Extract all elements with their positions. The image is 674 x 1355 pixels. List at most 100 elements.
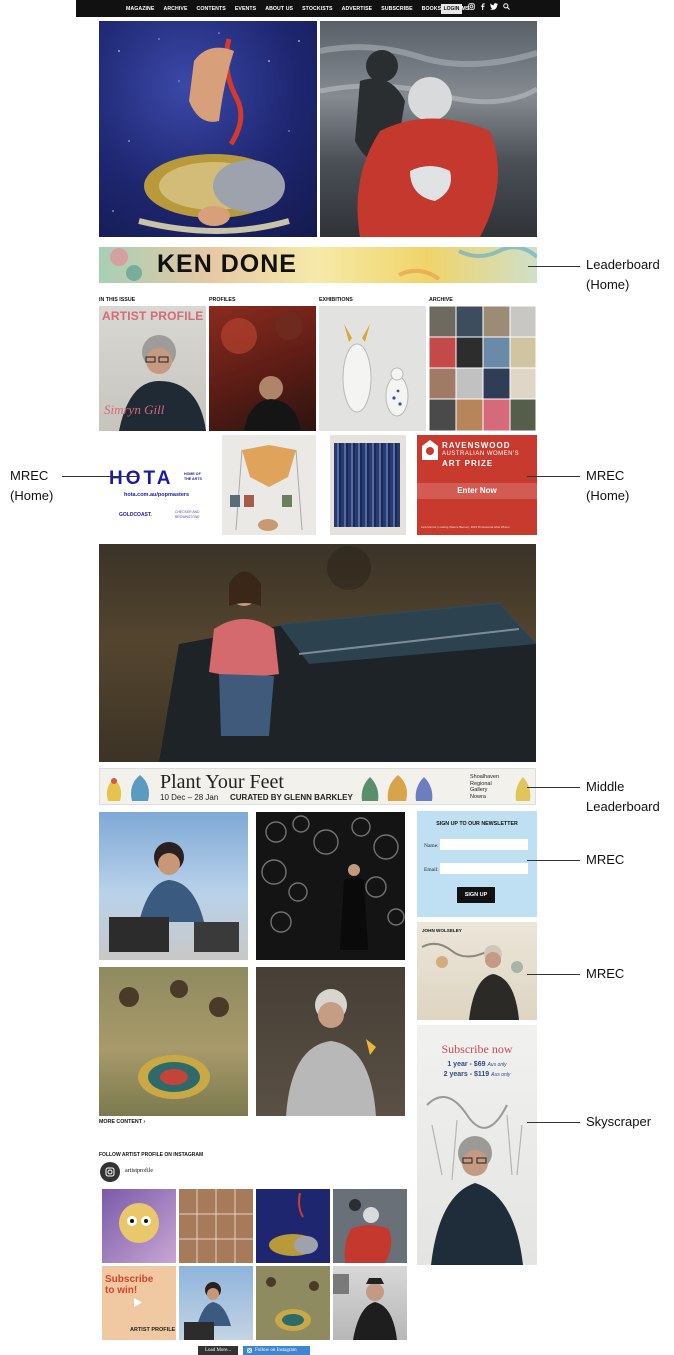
profiles-tile[interactable] [209, 306, 316, 431]
skyscraper-ad[interactable]: Subscribe now 1 year - $69 Aus only 2 ye… [417, 1025, 537, 1265]
magazine-cover-tile[interactable]: ARTIST PROFILE Simryn Gill [99, 306, 206, 431]
newsletter-signup-button[interactable]: SIGN UP [457, 887, 495, 903]
newsletter-email-input[interactable] [440, 863, 528, 874]
nav-item-magazine[interactable]: MAGAZINE [126, 6, 154, 12]
annotation-mrec-right-line-1: MREC [586, 468, 625, 483]
social-icons [468, 3, 510, 10]
section-label-archive[interactable]: ARCHIVE [429, 297, 453, 303]
instagram-post-2[interactable] [179, 1189, 253, 1263]
nav-item-advertise[interactable]: ADVERTISE [342, 6, 373, 12]
more-content-link[interactable]: MORE CONTENT › [99, 1119, 145, 1125]
play-icon [134, 1298, 142, 1307]
hota-sponsor-left: GOLDCOAST. [119, 512, 152, 518]
instagram-icon[interactable] [468, 3, 475, 10]
instagram-avatar[interactable] [100, 1162, 120, 1182]
annotation-leaderboard-line-1: Leaderboard [586, 257, 660, 272]
mrec-right-pointer-line [527, 476, 580, 477]
nav-item-about-us[interactable]: ABOUT US [265, 6, 293, 12]
instagram-post-3[interactable] [256, 1189, 330, 1263]
section-label-exhibitions[interactable]: EXHIBITIONS [319, 297, 353, 303]
facebook-icon[interactable] [480, 3, 485, 10]
annotation-mrec-left-line-2: (Home) [10, 488, 54, 503]
annotation-mrec-left-line-1: MREC [10, 468, 49, 483]
newsletter-name-input[interactable] [440, 839, 528, 850]
middle-leaderboard-banner[interactable]: Plant Your Feet 10 Dec – 28 Jan CURATED … [99, 768, 536, 805]
middle-banner-title: Plant Your Feet [160, 771, 284, 793]
ravenswood-mrec-ad[interactable]: RAVENSWOOD AUSTRALIAN WOMEN'S ART PRIZE … [417, 435, 537, 535]
hota-mrec-ad[interactable]: HOTA HOME OF THE ARTS hota.com.au/popmas… [99, 435, 207, 535]
exhibitions-tile[interactable] [319, 306, 426, 431]
hero-image-right[interactable] [320, 21, 537, 237]
mrec-left-pointer-line [62, 476, 137, 477]
instagram-post-4[interactable] [333, 1189, 407, 1263]
annotation-mrec-wolseley: MREC [586, 966, 625, 981]
ravenswood-cta-button[interactable]: Enter Now [417, 483, 537, 499]
exhibition-tile-textile[interactable] [330, 435, 406, 535]
annotation-leaderboard-line-2: (Home) [586, 277, 630, 292]
venue-line-1: Shoalhaven [470, 774, 500, 780]
nav-item-stockists[interactable]: STOCKISTS [302, 6, 333, 12]
instagram-post-6[interactable] [179, 1266, 253, 1340]
article-tile-4[interactable] [256, 967, 405, 1116]
nav-item-archive[interactable]: ARCHIVE [163, 6, 187, 12]
ravenswood-logo-icon [422, 440, 438, 460]
insta-subscribe-line-1: Subscribe [105, 1274, 154, 1285]
annotation-middle-leaderboard: Middle Leaderboard [586, 777, 660, 817]
search-icon[interactable] [503, 3, 510, 10]
middle-banner-curator: CURATED BY GLENN BARKLEY [230, 793, 353, 802]
article-tile-3[interactable] [99, 967, 248, 1116]
mrec-wolseley-pointer-line [527, 974, 580, 975]
instagram-post-5[interactable]: Subscribe to win! ARTIST PROFILE [102, 1266, 176, 1340]
instagram-icon [105, 1167, 115, 1177]
feature-image[interactable] [99, 544, 536, 762]
nav-item-subscribe[interactable]: SUBSCRIBE [381, 6, 412, 12]
skyscraper-pointer-line [527, 1122, 580, 1123]
newsletter-email-label: Email: [424, 867, 439, 873]
instagram-icon [247, 1348, 252, 1353]
section-label-profiles[interactable]: PROFILES [209, 297, 236, 303]
nav-item-contents[interactable]: CONTENTS [197, 6, 226, 12]
instagram-post-1[interactable] [102, 1189, 176, 1263]
annotation-mrec-left: MREC (Home) [10, 466, 53, 506]
exhibition-tile-installation[interactable] [222, 435, 316, 535]
middle-leaderboard-pointer-line [527, 787, 580, 788]
nav-menu: MAGAZINE ARCHIVE CONTENTS EVENTS ABOUT U… [126, 0, 469, 17]
wolseley-label: JOHN WOLSELEY [422, 928, 462, 933]
leaderboard-banner[interactable]: KEN DONE [99, 247, 537, 283]
section-label-in-this-issue[interactable]: IN THIS ISSUE [99, 297, 135, 303]
mrec-newsletter-pointer-line [527, 860, 580, 861]
hota-url[interactable]: hota.com.au/popmasters [124, 492, 189, 498]
article-tile-1[interactable] [99, 812, 248, 960]
follow-on-instagram-button[interactable]: Follow on Instagram [243, 1346, 310, 1355]
insta-subscribe-line-2: to win! [105, 1285, 138, 1296]
instagram-handle[interactable]: artistprofile [125, 1168, 153, 1174]
insta-subscribe-footer: ARTIST PROFILE [130, 1327, 176, 1333]
annotation-mrec-right: MREC (Home) [586, 466, 629, 506]
annotation-mrec-newsletter: MREC [586, 852, 625, 867]
annotation-mrec-right-line-2: (Home) [586, 488, 630, 503]
leaderboard-pointer-line [528, 266, 580, 267]
nav-item-events[interactable]: EVENTS [235, 6, 256, 12]
article-tile-2[interactable] [256, 812, 405, 960]
instagram-post-8[interactable] [333, 1266, 407, 1340]
annotation-middle-leaderboard-line-1: Middle [586, 779, 625, 794]
login-button[interactable]: LOGIN [441, 4, 462, 14]
hero-image-left[interactable] [99, 21, 317, 237]
twitter-icon[interactable] [490, 3, 498, 10]
banner-title: KEN DONE [157, 250, 297, 278]
wolseley-mrec-ad[interactable]: JOHN WOLSELEY [417, 922, 537, 1020]
archive-tile[interactable] [429, 306, 536, 431]
cover-name: Simryn Gill [104, 402, 165, 417]
middle-banner-dates: 10 Dec – 28 Jan [160, 793, 219, 802]
newsletter-signup-box: SIGN UP TO OUR NEWSLETTER Name: Email: S… [417, 811, 537, 917]
nav-item-books[interactable]: BOOKS [422, 6, 442, 12]
ravenswood-title-2: AUSTRALIAN WOMEN'S [442, 451, 520, 457]
annotation-middle-leaderboard-line-2: Leaderboard [586, 799, 660, 814]
annotation-skyscraper: Skyscraper [586, 1114, 652, 1129]
load-more-button[interactable]: Load More... [198, 1346, 238, 1355]
hota-sponsor-right: CHECKER AND BROWNSTONE [175, 510, 200, 519]
textile-artwork [334, 443, 400, 527]
annotation-leaderboard: Leaderboard (Home) [586, 255, 660, 295]
ravenswood-title-3: ART PRIZE [442, 459, 494, 468]
instagram-post-7[interactable] [256, 1266, 330, 1340]
